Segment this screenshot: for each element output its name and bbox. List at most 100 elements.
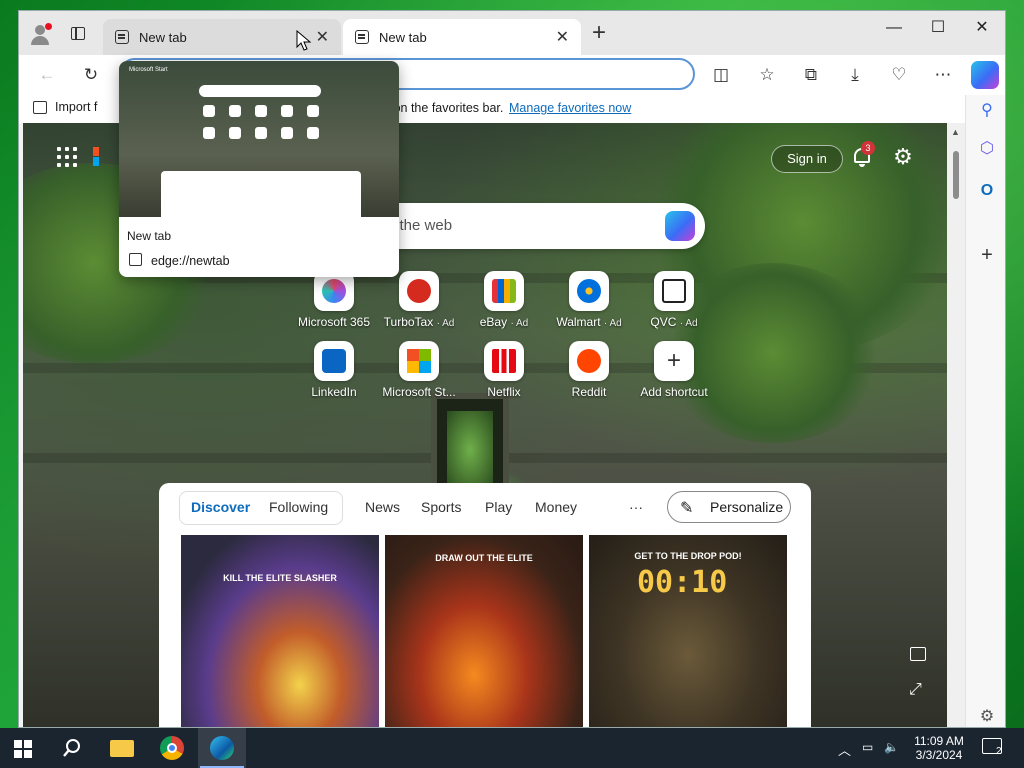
split-screen-button[interactable]: ◫ <box>709 63 733 87</box>
tab-money[interactable]: Money <box>535 499 577 515</box>
netflix-icon <box>484 341 524 381</box>
clock[interactable]: 11:09 AM 3/3/2024 <box>904 734 974 762</box>
outlook-icon[interactable]: O <box>975 179 999 203</box>
volume-muted-icon[interactable]: 🔈 <box>884 740 899 754</box>
preview-tile <box>281 127 293 139</box>
personalize-label: Personalize <box>710 499 784 515</box>
feed-card[interactable]: DRAW OUT THE ELITE <box>385 535 583 727</box>
clock-date: 3/3/2024 <box>915 748 963 762</box>
shortcut-name: Microsoft St... <box>382 385 456 399</box>
feed-card[interactable]: GET TO THE DROP POD! 00:10 <box>589 535 787 727</box>
copilot-search-icon[interactable] <box>665 211 695 241</box>
sidebar-settings-gear-icon[interactable]: ⚙ <box>975 705 999 727</box>
personalize-button[interactable]: ✎ Personalize <box>667 491 791 523</box>
shortcut-name: Reddit <box>571 385 607 399</box>
profile-alert-dot <box>45 23 52 30</box>
shortcut-netflix[interactable]: Netflix <box>459 341 549 405</box>
shortcut-linkedin[interactable]: LinkedIn <box>289 341 379 405</box>
shortcut-microsoft-store[interactable]: Microsoft St... <box>374 341 464 405</box>
search-icon[interactable]: ⚲ <box>975 99 999 123</box>
expand-icon[interactable]: ⤢ <box>909 681 922 699</box>
maximize-button[interactable]: ☐ <box>915 15 961 45</box>
edge-taskbar-button[interactable] <box>198 728 246 768</box>
notifications-badge: 3 <box>861 141 875 155</box>
shortcut-ebay[interactable]: eBay · Ad <box>459 271 549 335</box>
tab-discover[interactable]: Discover <box>191 499 250 515</box>
minimize-button[interactable]: — <box>871 15 917 45</box>
import-label: Import f <box>55 100 98 114</box>
manage-favorites-link[interactable]: Manage favorites now <box>509 101 631 115</box>
browser-essentials-button[interactable]: ♡ <box>887 63 911 87</box>
collections-button[interactable]: ⧉ <box>799 63 823 87</box>
ad-tag: · Ad <box>510 318 529 329</box>
clock-time: 11:09 AM <box>914 734 964 748</box>
import-favorites-button[interactable]: Import f <box>33 100 97 114</box>
preview-tile <box>255 105 267 117</box>
tab-preview-thumbnail: Microsoft Start <box>119 61 399 217</box>
feed-more-button[interactable]: ··· <box>629 499 643 515</box>
edge-icon <box>210 736 234 760</box>
newtab-page-icon <box>115 30 129 44</box>
preview-url: edge://newtab <box>151 254 230 268</box>
personalize-pencil-icon: ✎ <box>680 500 694 517</box>
tab-actions-menu-button[interactable] <box>67 24 91 44</box>
page-settings-gear-icon[interactable]: ⚙ <box>891 145 915 169</box>
tab-play[interactable]: Play <box>485 499 512 515</box>
microsoft-logo <box>93 147 99 167</box>
preview-brand-text: Microsoft Start <box>129 67 168 73</box>
new-tab-button[interactable]: + <box>587 21 611 47</box>
taskbar-search-button[interactable] <box>48 728 96 768</box>
title-bar: New tab ✕ New tab ✕ + — ☐ ✕ <box>19 11 1005 55</box>
scroll-up-arrow-icon[interactable]: ▲ <box>951 127 960 137</box>
microsoft-365-sidebar-icon[interactable]: ⬡ <box>975 137 999 161</box>
app-launcher-icon[interactable] <box>57 147 79 169</box>
walmart-icon <box>569 271 609 311</box>
tab-sports[interactable]: Sports <box>421 499 461 515</box>
show-hidden-icons-chevron-icon[interactable]: ︿ <box>838 740 851 759</box>
refresh-button[interactable]: ↻ <box>79 63 103 87</box>
shortcut-name: Netflix <box>487 385 521 399</box>
add-sidebar-app-icon[interactable]: + <box>975 243 999 267</box>
preview-search-bar <box>199 85 321 97</box>
settings-more-button[interactable]: ⋯ <box>931 63 955 87</box>
downloads-button[interactable]: ⤓ <box>843 63 867 87</box>
ebay-icon <box>484 271 524 311</box>
copilot-button[interactable] <box>971 61 999 89</box>
scroll-thumb[interactable] <box>953 151 959 199</box>
start-button[interactable] <box>0 728 48 768</box>
shortcut-name: eBay <box>479 315 508 329</box>
linkedin-icon <box>314 341 354 381</box>
shortcut-turbotax[interactable]: TurboTax · Ad <box>374 271 464 335</box>
page-scrollbar[interactable]: ▲ <box>947 123 965 727</box>
chrome-taskbar-button[interactable] <box>148 728 196 768</box>
shortcut-reddit[interactable]: Reddit <box>544 341 634 405</box>
background-doorway <box>431 393 509 493</box>
search-icon <box>63 739 80 757</box>
shortcut-qvc[interactable]: QVC · Ad <box>629 271 719 335</box>
tab-following[interactable]: Following <box>269 499 328 515</box>
profile-avatar-icon <box>35 25 45 35</box>
add-shortcut-button[interactable]: + Add shortcut <box>629 341 719 405</box>
file-explorer-button[interactable] <box>98 728 146 768</box>
back-button[interactable]: ← <box>35 63 59 87</box>
wallpaper-info-icon[interactable] <box>910 647 926 661</box>
plus-icon: + <box>654 341 694 381</box>
card-timer: 00:10 <box>637 565 728 600</box>
chrome-icon-center <box>167 743 177 753</box>
profile-avatar-body <box>31 36 49 45</box>
tab-newtab-2[interactable]: New tab ✕ <box>343 19 581 55</box>
shortcut-walmart[interactable]: Walmart · Ad <box>544 271 634 335</box>
shortcut-label: Microsoft 365 <box>289 315 379 329</box>
sign-in-button[interactable]: Sign in <box>771 145 843 173</box>
preview-tile <box>229 105 241 117</box>
tab-close-button[interactable]: ✕ <box>316 27 329 47</box>
shortcut-microsoft-365[interactable]: Microsoft 365 <box>289 271 379 335</box>
tab-close-button[interactable]: ✕ <box>556 27 569 47</box>
favorites-star-button[interactable]: ☆ <box>755 63 779 87</box>
network-icon[interactable]: ▭ <box>862 740 873 754</box>
card-caption: DRAW OUT THE ELITE <box>435 553 533 563</box>
tab-news[interactable]: News <box>365 499 400 515</box>
close-window-button[interactable]: ✕ <box>959 15 1005 45</box>
profile-button[interactable] <box>27 21 55 49</box>
feed-card[interactable]: KILL THE ELITE SLASHER <box>181 535 379 727</box>
